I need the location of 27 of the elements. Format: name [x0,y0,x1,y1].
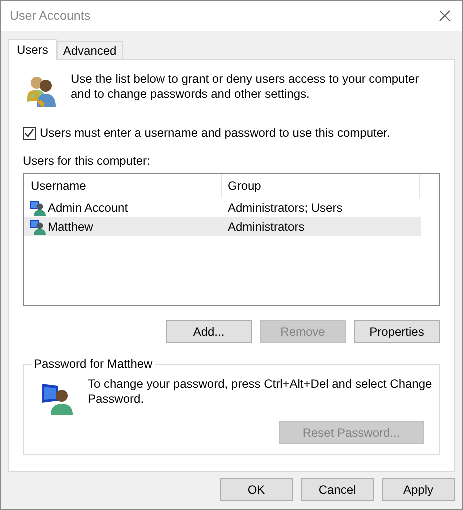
username-cell: Matthew [48,220,94,234]
column-header[interactable]: Group [222,174,420,198]
tab[interactable]: Users [8,39,58,60]
list-label: Users for this computer: [23,154,152,168]
user-row[interactable]: Admin Account Administrators; Users [24,198,421,217]
window-title: User Accounts [10,9,91,23]
list-button[interactable]: Properties [354,320,440,343]
column-header[interactable]: Username [24,174,222,198]
password-info-text: To change your password, press Ctrl+Alt+Del and select Change Password. [88,377,433,407]
instruction-text: Use the list below to grant or deny users access to your computer and to change passwords and other settings. [71,72,420,102]
dialog-button[interactable]: Cancel [301,478,374,501]
group-cell: Administrators; Users [228,200,343,214]
user-computer-icon [40,381,74,415]
users-key-icon [25,74,59,108]
group-cell: Administrators [228,220,305,234]
user-computer-icon [30,200,46,216]
tab[interactable]: Advanced [57,41,123,59]
close-icon[interactable] [439,10,451,22]
user-row[interactable]: Matthew Administrators [24,217,421,236]
checkbox[interactable] [23,126,36,140]
group-title: Password for Matthew [33,357,154,371]
username-cell: Admin Account [48,200,128,214]
list-button[interactable]: Add... [166,320,252,343]
user-computer-icon [30,218,46,234]
dialog-button[interactable]: Apply [382,478,455,501]
checkbox-label: Users must enter a username and password to use this computer. [40,126,390,140]
dialog-button[interactable]: OK [220,478,293,501]
